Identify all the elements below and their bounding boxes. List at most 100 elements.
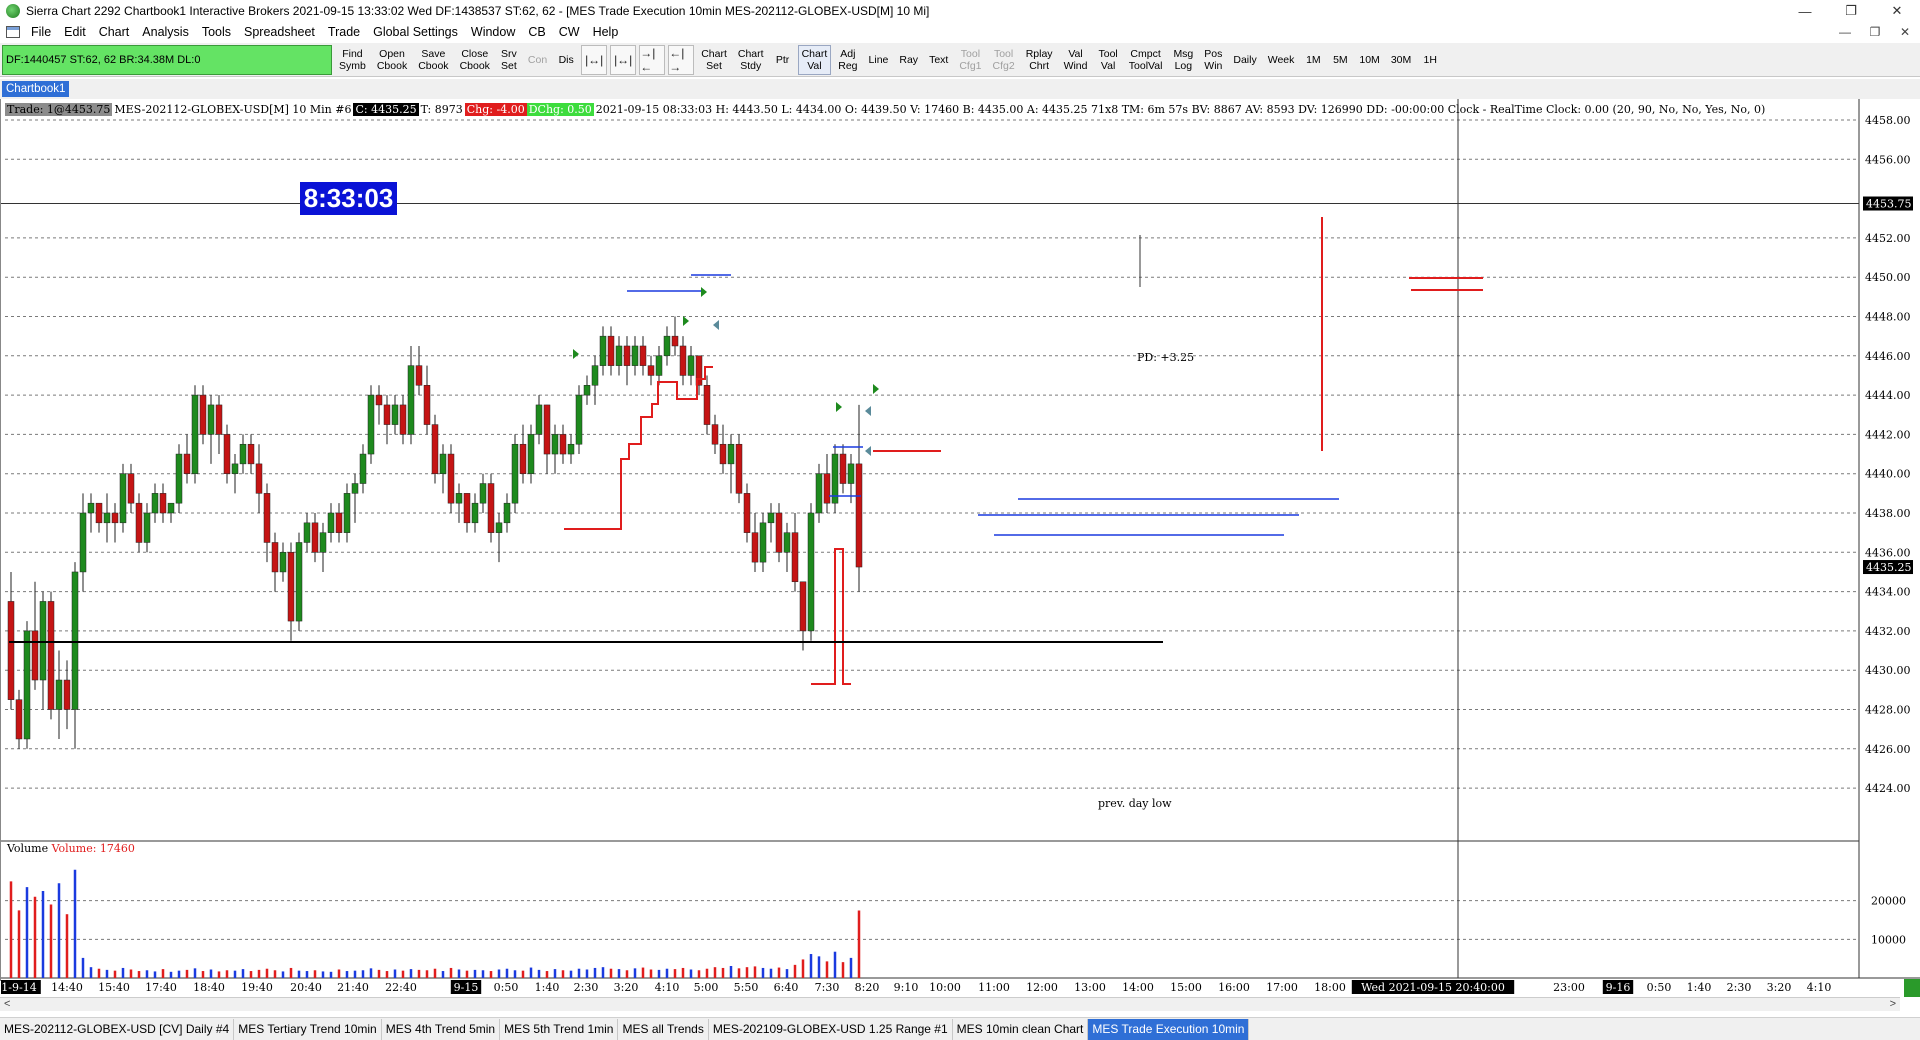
candle-body xyxy=(15,699,23,740)
toolbar-button-5m[interactable]: 5M xyxy=(1328,45,1352,75)
scale-spread-icon[interactable]: ←|→ xyxy=(668,44,695,75)
chart-tab-7[interactable]: MES Trade Execution 10min xyxy=(1088,1018,1250,1040)
toolbar-button-label-line1: Open xyxy=(379,47,405,60)
toolbar-button-srv-set[interactable]: Srv Set xyxy=(497,45,521,75)
toolbar-button-line[interactable]: Line xyxy=(865,45,893,75)
toolbar-button-rplay-chrt[interactable]: Rplay Chrt xyxy=(1022,45,1057,75)
sell-execution-arrow xyxy=(865,406,871,416)
candle-body xyxy=(711,424,719,445)
time-tick-label: 3:20 xyxy=(614,981,639,994)
menu-item-trade[interactable]: Trade xyxy=(323,25,368,39)
toolbar-button-daily[interactable]: Daily xyxy=(1229,45,1260,75)
toolbar-button-close-cbook[interactable]: Close Cbook xyxy=(456,45,494,75)
minimize-button[interactable]: — xyxy=(1782,0,1828,22)
candle-body xyxy=(423,385,431,425)
volume-tick-label: 10000 xyxy=(1871,933,1906,946)
toolbar-button-chart-val[interactable]: Chart Val xyxy=(797,44,832,75)
time-tick-label: 5:00 xyxy=(694,981,719,994)
chart-tab-3[interactable]: MES 5th Trend 1min xyxy=(500,1018,619,1040)
chart-tab-6[interactable]: MES 10min clean Chart xyxy=(953,1018,1089,1040)
candle-body xyxy=(79,512,87,573)
toolbar-button-dis[interactable]: Dis xyxy=(554,45,578,75)
chart-tab-2[interactable]: MES 4th Trend 5min xyxy=(382,1018,501,1040)
toolbar-button-ptr[interactable]: Ptr xyxy=(771,45,795,75)
chart-area[interactable]: 4458.00 4456.00 4452.00 4450.00 4448.00 4446.… xyxy=(0,99,1920,994)
close-button[interactable]: ✕ xyxy=(1874,0,1920,22)
chart-tab-0[interactable]: MES-202112-GLOBEX-USD [CV] Daily #4 xyxy=(0,1018,235,1040)
menu-item-cw[interactable]: CW xyxy=(554,25,588,39)
candle-body xyxy=(471,502,479,524)
menu-item-edit[interactable]: Edit xyxy=(59,25,94,39)
toolbar-button-chart-set[interactable]: Chart Set xyxy=(697,45,731,75)
toolbar-button-cmpct-toolval[interactable]: Cmpct ToolVal xyxy=(1125,45,1167,75)
candle-body xyxy=(599,335,607,366)
scale-fit-icon[interactable]: |↔| xyxy=(581,44,608,75)
toolbar-button-label-line1: Msg xyxy=(1173,47,1194,60)
toolbar: DF:1440457 ST:62, 62 BR:34.38M DL:0 Find… xyxy=(0,43,1920,77)
toolbar-button-tool-cfg1[interactable]: Tool Cfg1 xyxy=(955,45,985,75)
toolbar-button-1m[interactable]: 1M xyxy=(1301,45,1325,75)
toolbar-button-10m[interactable]: 10M xyxy=(1355,45,1383,75)
child-restore-button[interactable]: ❐ xyxy=(1860,22,1890,42)
menu-item-spreadsheet[interactable]: Spreadsheet xyxy=(239,25,323,39)
toolbar-button-week[interactable]: Week xyxy=(1264,45,1299,75)
toolbar-button-label-line2: Cbook xyxy=(376,59,408,72)
menu-item-tools[interactable]: Tools xyxy=(197,25,239,39)
toolbar-button-label-line1: Week xyxy=(1267,53,1295,66)
price-tick-label: 4432.00 xyxy=(1865,625,1911,638)
scale-expand-icon[interactable]: |↔| xyxy=(610,44,637,75)
menu-bar: File Edit Chart Analysis Tools Spreadsheet Tra… xyxy=(0,22,1920,42)
child-close-button[interactable]: ✕ xyxy=(1890,22,1920,42)
toolbar-button-chart-stdy[interactable]: Chart Stdy xyxy=(734,45,768,75)
connection-status-box[interactable]: DF:1440457 ST:62, 62 BR:34.38M DL:0 xyxy=(2,44,332,75)
price-tick-label: 4452.00 xyxy=(1865,232,1911,245)
toolbar-button-label-line1: Dis xyxy=(558,53,574,66)
candle-body xyxy=(95,502,103,524)
toolbar-button-tool-cfg2[interactable]: Tool Cfg2 xyxy=(989,45,1019,75)
child-minimize-button[interactable]: — xyxy=(1830,22,1860,42)
daily-change-info: DChg: 0.50 xyxy=(526,102,594,116)
toolbar-button-adj-reg[interactable]: Adj Reg xyxy=(834,45,861,75)
menu-item-help[interactable]: Help xyxy=(588,25,627,39)
toolbar-button-save-cbook[interactable]: Save Cbook xyxy=(414,45,452,75)
scroll-left-arrow[interactable]: < xyxy=(4,998,10,1010)
chartbook-tab[interactable]: Chartbook1 xyxy=(2,81,70,97)
menu-item-file[interactable]: File xyxy=(26,25,59,39)
candle-body xyxy=(575,394,583,445)
chart-tab-5[interactable]: MES-202109-GLOBEX-USD 1.25 Range #1 xyxy=(709,1018,953,1040)
scroll-right-arrow[interactable]: > xyxy=(1890,998,1896,1010)
toolbar-button-1h[interactable]: 1H xyxy=(1418,45,1442,75)
toolbar-button-find-symb[interactable]: Find Symb xyxy=(335,45,370,75)
toolbar-button-30m[interactable]: 30M xyxy=(1387,45,1415,75)
candle-body xyxy=(583,385,591,396)
toolbar-button-label-line1: Chart xyxy=(701,47,727,60)
document-icon[interactable] xyxy=(6,26,20,38)
tick-count-info: T: 8973 xyxy=(420,102,463,116)
maximize-button[interactable]: ❐ xyxy=(1828,0,1874,22)
toolbar-button-ray[interactable]: Ray xyxy=(895,45,922,75)
menu-item-global-settings[interactable]: Global Settings xyxy=(368,25,466,39)
scale-compress-icon[interactable]: →|← xyxy=(639,44,666,75)
candle-body xyxy=(143,512,151,543)
candle-body xyxy=(735,443,743,494)
menu-item-chart[interactable]: Chart xyxy=(94,25,138,39)
chart-tab-4[interactable]: MES all Trends xyxy=(618,1018,709,1040)
toolbar-button-val-wind[interactable]: Val Wind xyxy=(1060,45,1092,75)
toolbar-button-pos-win[interactable]: Pos Win xyxy=(1200,45,1226,75)
toolbar-button-open-cbook[interactable]: Open Cbook xyxy=(373,45,411,75)
toolbar-button-label-line1: Rplay xyxy=(1025,47,1053,60)
toolbar-button-con[interactable]: Con xyxy=(524,45,551,75)
time-tick-label: 15:00 xyxy=(1170,981,1202,994)
toolbar-button-msg-log[interactable]: Msg Log xyxy=(1169,45,1197,75)
toolbar-button-tool-val[interactable]: Tool Val xyxy=(1095,45,1122,75)
menu-item-analysis[interactable]: Analysis xyxy=(137,25,197,39)
horizontal-scrollbar[interactable]: < > xyxy=(0,997,1900,1011)
menu-item-cb[interactable]: CB xyxy=(523,25,553,39)
toolbar-button-text[interactable]: Text xyxy=(925,45,952,75)
price-chart-svg[interactable]: 4458.00 4456.00 4452.00 4450.00 4448.00 4446.… xyxy=(1,99,1920,997)
chart-corner-button[interactable] xyxy=(1904,979,1920,997)
chart-tab-1[interactable]: MES Tertiary Trend 10min xyxy=(234,1018,382,1040)
menu-item-window[interactable]: Window xyxy=(466,25,523,39)
candle-body xyxy=(727,443,735,465)
toolbar-button-label-line1: Tool xyxy=(993,47,1014,60)
